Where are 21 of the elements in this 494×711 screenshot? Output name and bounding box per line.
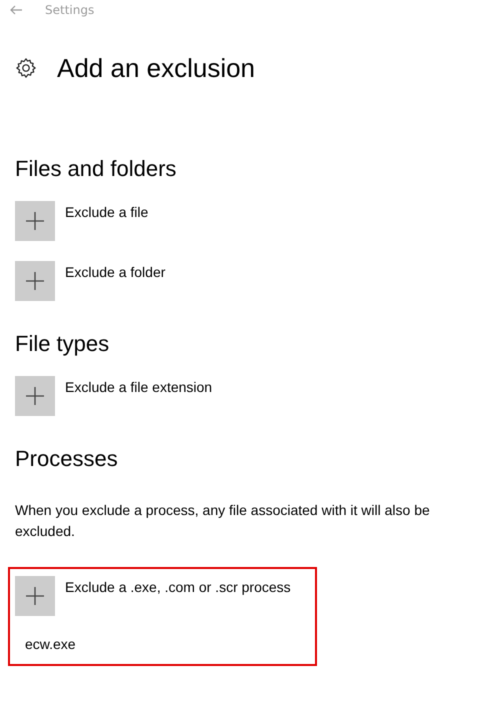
add-button[interactable] [15,376,55,416]
section-heading: Files and folders [15,156,178,183]
plus-icon [26,587,44,605]
section-heading: File types [15,331,110,358]
add-label[interactable]: Exclude a file extension [65,379,212,395]
add-label[interactable]: Exclude a .exe, .com or .scr process [65,579,291,595]
window-title: Settings [45,3,94,17]
add-label[interactable]: Exclude a file [65,204,148,220]
plus-icon [26,272,44,290]
page-title: Add an exclusion [57,52,256,84]
section-heading: Processes [15,446,119,473]
add-label[interactable]: Exclude a folder [65,264,166,280]
add-button[interactable] [15,576,55,616]
plus-icon [26,212,44,230]
excluded-process[interactable]: ecw.exe [15,636,315,652]
back-icon[interactable] [9,5,23,15]
add-button[interactable] [15,201,55,241]
section-description: When you exclude a process, any file associated with it will also be excluded. [15,501,431,541]
settings-icon [15,57,37,79]
add-button[interactable] [15,261,55,301]
plus-icon [26,387,44,405]
